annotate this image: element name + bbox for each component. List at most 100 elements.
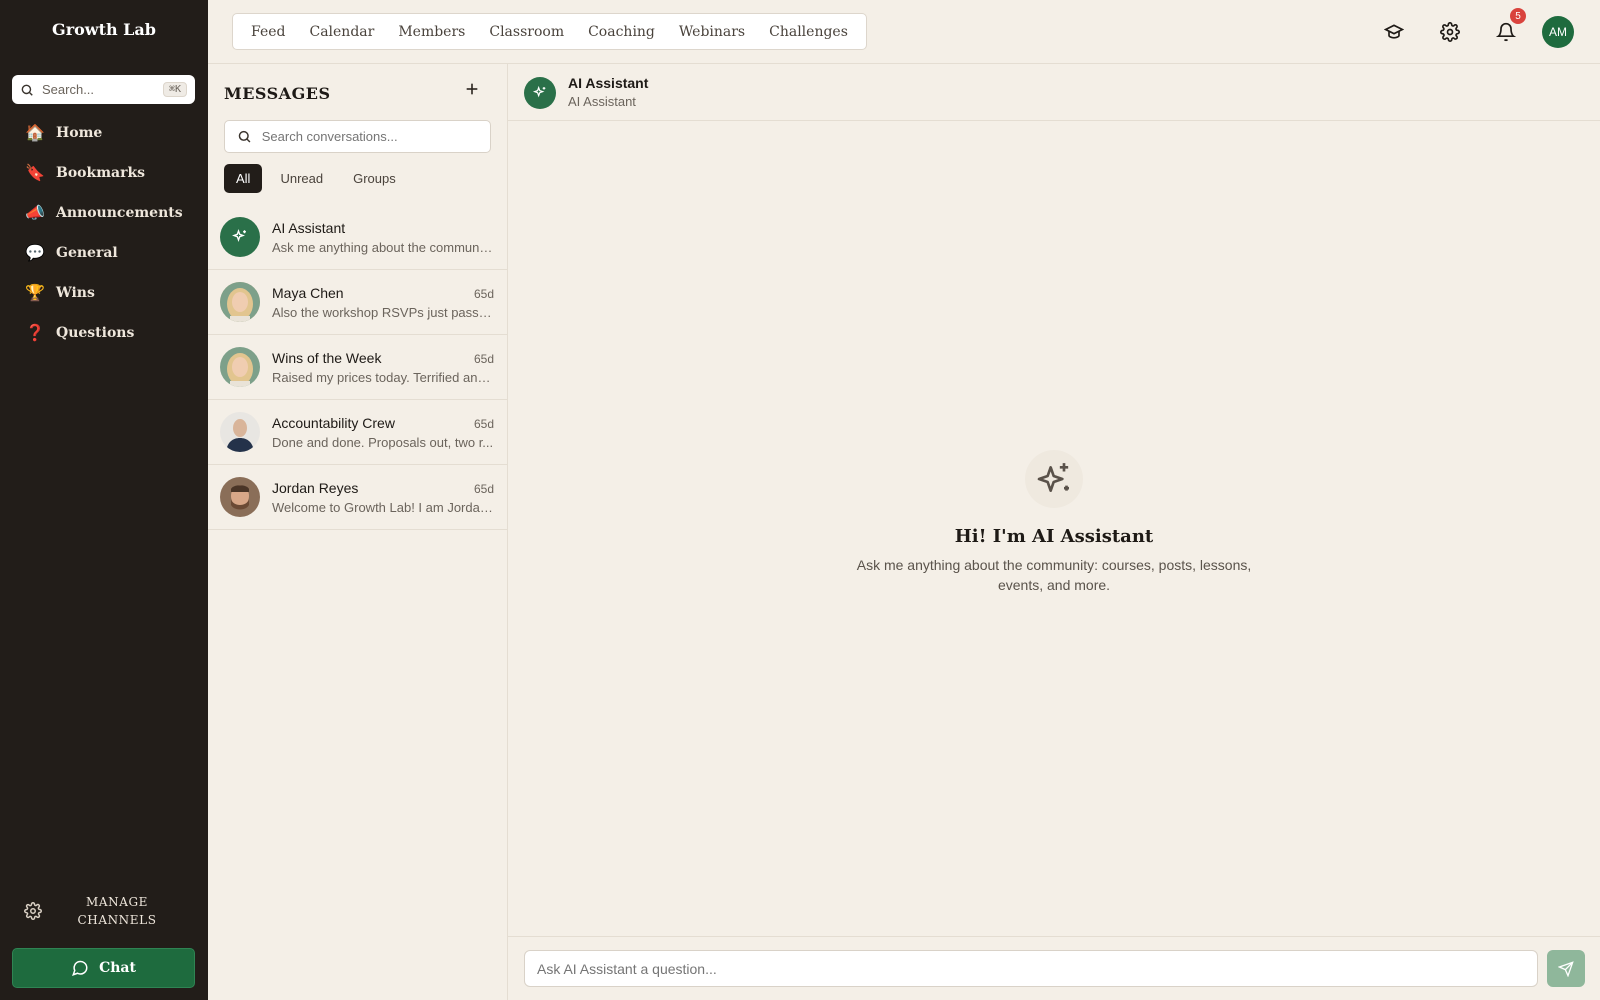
- chat-header: AI Assistant AI Assistant: [508, 64, 1600, 121]
- chat-button[interactable]: Chat: [12, 948, 195, 988]
- sidebar-search[interactable]: Search... ⌘K: [12, 75, 195, 104]
- new-message-button[interactable]: [464, 80, 480, 103]
- sidebar-item-home[interactable]: 🏠 Home: [0, 113, 208, 153]
- question-icon: ❓: [25, 325, 45, 342]
- tab-challenges[interactable]: Challenges: [757, 24, 860, 40]
- bell-icon: [1496, 22, 1516, 42]
- tab-coaching[interactable]: Coaching: [576, 24, 667, 40]
- conversation-search[interactable]: [224, 120, 491, 153]
- tab-classroom[interactable]: Classroom: [477, 24, 576, 40]
- conversation-snippet: Welcome to Growth Lab! I am Jordan...: [272, 499, 494, 515]
- sidebar-item-label: Announcements: [56, 205, 183, 221]
- filter-all[interactable]: All: [224, 164, 263, 193]
- chat-title: AI Assistant: [568, 75, 649, 91]
- sidebar-item-label: Bookmarks: [56, 165, 146, 181]
- message-composer: [508, 936, 1600, 1000]
- sidebar-item-wins[interactable]: 🏆 Wins: [0, 273, 208, 313]
- home-icon: 🏠: [25, 125, 45, 142]
- sparkle-icon: [1025, 450, 1083, 508]
- conversation-snippet: Raised my prices today. Terrified and...: [272, 369, 494, 385]
- conversation-snippet: Also the workshop RSVPs just passed...: [272, 304, 494, 320]
- ai-assistant-avatar: [524, 77, 556, 109]
- tab-feed[interactable]: Feed: [239, 24, 297, 40]
- send-button[interactable]: [1547, 950, 1585, 987]
- chat-panel: AI Assistant AI Assistant Hi! I'm AI Ass…: [508, 64, 1600, 1000]
- courses-button[interactable]: [1366, 15, 1422, 49]
- channel-nav: 🏠 Home 🔖 Bookmarks 📣 Announcements 💬 General…: [0, 113, 208, 353]
- ai-assistant-avatar: [220, 217, 260, 257]
- welcome-text: Ask me anything about the community: cou…: [856, 557, 1252, 593]
- filter-groups[interactable]: Groups: [341, 164, 408, 193]
- sidebar-item-questions[interactable]: ❓ Questions: [0, 313, 208, 353]
- messages-panel: MESSAGES All Unread Groups AI Assistant …: [208, 64, 508, 1000]
- avatar: [220, 282, 260, 322]
- tab-members[interactable]: Members: [386, 24, 477, 40]
- message-input[interactable]: [537, 960, 1517, 977]
- user-avatar[interactable]: AM: [1542, 16, 1574, 48]
- sidebar-item-general[interactable]: 💬 General: [0, 233, 208, 273]
- tab-webinars[interactable]: Webinars: [667, 24, 757, 40]
- conversation-name: AI Assistant: [272, 219, 346, 236]
- gear-icon: [1440, 22, 1460, 42]
- notification-badge: 5: [1510, 8, 1526, 24]
- brand-name[interactable]: Growth Lab: [0, 20, 208, 39]
- search-icon: [238, 130, 251, 143]
- sidebar-item-label: Questions: [56, 325, 135, 341]
- avatar: [220, 412, 260, 452]
- sidebar-item-label: Wins: [56, 285, 95, 301]
- conversation-snippet: Ask me anything about the community...: [272, 239, 494, 255]
- conversation-name: Accountability Crew: [272, 414, 395, 431]
- trophy-icon: 🏆: [25, 285, 45, 302]
- top-actions: 5 AM: [1366, 8, 1574, 49]
- avatar: [220, 477, 260, 517]
- welcome-message: Hi! I'm AI Assistant Ask me anything abo…: [508, 450, 1600, 595]
- notifications-button[interactable]: 5: [1478, 8, 1534, 49]
- chat-bubble-icon: [72, 960, 88, 976]
- sidebar: Growth Lab Search... ⌘K 🏠 Home 🔖 Bookmarks…: [0, 0, 208, 1000]
- sparkle-icon: [232, 229, 246, 242]
- sparkle-icon: [532, 85, 546, 98]
- conversation-item[interactable]: Jordan Reyes 65d Welcome to Growth Lab! I…: [208, 465, 507, 530]
- conversation-item[interactable]: AI Assistant Ask me anything about the c…: [208, 205, 507, 270]
- messages-title: MESSAGES: [224, 84, 331, 103]
- conversation-item[interactable]: Wins of the Week 65d Raised my prices tod…: [208, 335, 507, 400]
- graduation-cap-icon: [1384, 24, 1404, 39]
- send-icon: [1558, 960, 1574, 977]
- welcome-title: Hi! I'm AI Assistant: [954, 526, 1154, 547]
- conversation-snippet: Done and done. Proposals out, two r...: [272, 434, 494, 450]
- megaphone-icon: 📣: [25, 205, 45, 222]
- search-icon: [21, 84, 33, 96]
- chat-button-label: Chat: [99, 960, 136, 976]
- tab-calendar[interactable]: Calendar: [297, 24, 386, 40]
- conversation-name: Wins of the Week: [272, 349, 382, 366]
- top-bar: Feed Calendar Members Classroom Coaching…: [208, 0, 1600, 64]
- manage-channels-label: MANAGE CHANNELS: [77, 895, 157, 927]
- avatar: [220, 347, 260, 387]
- shortcut-hint: ⌘K: [162, 82, 187, 97]
- sidebar-search-placeholder: Search...: [42, 82, 95, 97]
- conversation-item[interactable]: Maya Chen 65d Also the workshop RSVPs jus…: [208, 270, 507, 335]
- bookmark-icon: 🔖: [25, 165, 45, 182]
- sidebar-item-bookmarks[interactable]: 🔖 Bookmarks: [0, 153, 208, 193]
- conversation-item[interactable]: Accountability Crew 65d Done and done. Pr…: [208, 400, 507, 465]
- filter-unread[interactable]: Unread: [268, 164, 335, 193]
- conversation-time: 65d: [473, 286, 494, 301]
- sidebar-item-announcements[interactable]: 📣 Announcements: [0, 193, 208, 233]
- conversation-time: 65d: [473, 351, 494, 366]
- sidebar-item-label: Home: [56, 125, 103, 141]
- plus-icon: [466, 83, 478, 95]
- conversation-time: 65d: [473, 416, 494, 431]
- conversation-list: AI Assistant Ask me anything about the c…: [208, 205, 507, 530]
- gear-icon: [24, 902, 42, 920]
- conversation-name: Jordan Reyes: [272, 479, 359, 496]
- sidebar-item-label: General: [56, 245, 118, 261]
- main-tabs: Feed Calendar Members Classroom Coaching…: [232, 13, 867, 50]
- conversation-search-input[interactable]: [261, 129, 478, 144]
- chat-subtitle: AI Assistant: [568, 94, 636, 109]
- speech-bubble-icon: 💬: [25, 245, 45, 262]
- conversation-filters: All Unread Groups: [224, 164, 408, 193]
- conversation-name: Maya Chen: [272, 284, 344, 301]
- manage-channels-button[interactable]: MANAGE CHANNELS: [0, 890, 208, 932]
- message-input-box[interactable]: [524, 950, 1538, 987]
- settings-button[interactable]: [1422, 15, 1478, 49]
